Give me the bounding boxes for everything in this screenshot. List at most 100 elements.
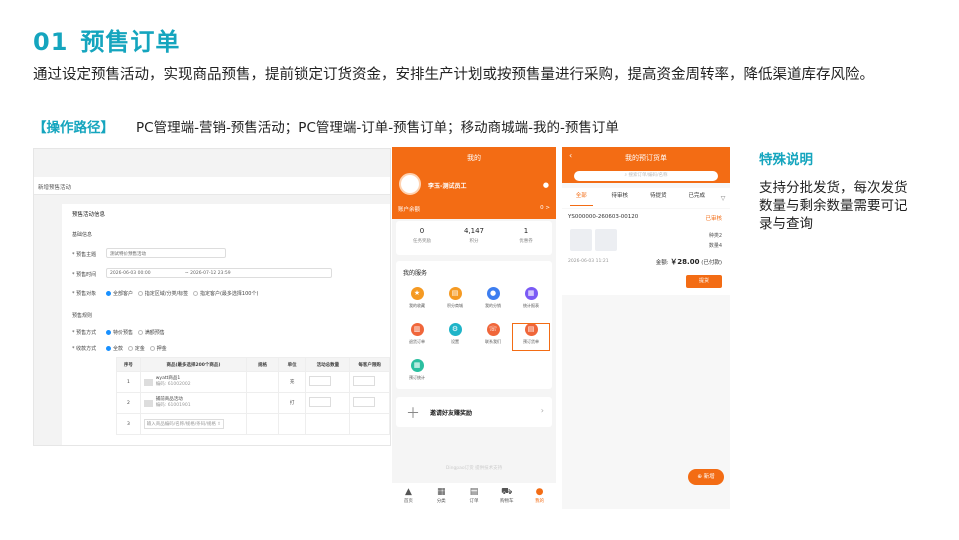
mode-opt-full[interactable]: 满额预售	[145, 330, 165, 336]
pickup-button[interactable]: 提货	[686, 275, 722, 288]
target-opt-region[interactable]: 指定区域/分类/标签	[145, 291, 188, 297]
slide: 01 预售订单 通过设定预售活动，实现商品预售，提前锁定订货资金，安排生产计划或按…	[0, 0, 959, 540]
page-title: 01 预售订单	[33, 22, 180, 57]
service-item[interactable]: ★ 我的收藏	[398, 287, 436, 315]
mode-label: * 预售方式	[72, 330, 97, 336]
target-opt-customer[interactable]: 指定客户(最多选择100个)	[200, 291, 258, 297]
time-end: ~ 2026-07-12 23:59	[184, 271, 231, 276]
row-total	[305, 413, 351, 435]
tab-cart[interactable]: ⛟ 购物车	[490, 483, 523, 509]
service-item[interactable]: ▤ 积分商城	[436, 287, 474, 315]
product-search-input[interactable]: 输入商品编码/名称/规格/条码/规格 ⇧	[143, 419, 225, 429]
product-thumb	[570, 229, 592, 251]
total-input[interactable]	[309, 397, 332, 407]
grid-icon: ▦	[436, 487, 446, 497]
tab-home[interactable]: ▲ 首页	[392, 483, 425, 509]
product-thumb	[595, 229, 617, 251]
service-label: 积分商城	[447, 303, 463, 308]
row-unit: 打	[277, 392, 307, 414]
bell-icon[interactable]: ●	[543, 181, 549, 189]
service-label: 联系我们	[485, 339, 501, 344]
tab-bar: ▲ 首页 ▦ 分类 ▤ 订单 ⛟ 购物车 ● 我的	[392, 483, 556, 509]
tab-orders[interactable]: ▤ 订单	[458, 483, 491, 509]
m1-title: 我的	[467, 154, 481, 162]
product-name: 捕前商品活动	[155, 397, 183, 402]
deposit-opt-pledge[interactable]: 押金	[157, 346, 167, 352]
deposit-label: * 收款方式	[72, 346, 97, 352]
service-label: 我的分销	[485, 303, 501, 308]
avatar[interactable]	[399, 173, 421, 195]
service-icon: ▤	[448, 287, 462, 300]
limit-input[interactable]	[353, 397, 376, 407]
chevron-right-icon: ›	[540, 406, 544, 415]
radio-icon[interactable]	[137, 330, 143, 335]
radio-icon[interactable]	[127, 346, 133, 351]
filter-icon[interactable]: ▽	[716, 195, 730, 202]
tab-label: 购物车	[500, 499, 514, 504]
radio-icon[interactable]	[137, 291, 143, 296]
order-card[interactable]: YS000000-260603-00120 已审核 种类2 数量4 2026-06…	[562, 209, 730, 295]
stat-tasks[interactable]: 0 任务奖励	[396, 221, 448, 255]
service-icon: ●	[486, 287, 500, 300]
search-input[interactable]: ⌕ 搜索订单/编码/名称	[574, 171, 718, 181]
limit-input[interactable]	[353, 376, 376, 386]
radio-icon[interactable]	[106, 291, 111, 296]
tab-all[interactable]: 全部	[562, 188, 601, 208]
subject-input[interactable]: 测试特价预售活动	[106, 248, 226, 258]
product-code: 编码: 61002002	[155, 382, 191, 387]
service-item[interactable]: ☏ 联系我们	[474, 323, 512, 351]
stat-points[interactable]: 4,147 积分	[448, 221, 500, 255]
deposit-options[interactable]: 全款 定金 押金	[106, 345, 167, 352]
radio-icon[interactable]	[192, 291, 198, 296]
subject-label: * 预售主题	[72, 252, 97, 258]
col-idx: 序号	[116, 357, 141, 372]
col-unit: 单位	[277, 357, 307, 372]
stat-value: 1	[523, 227, 529, 235]
table-row: 1 wyatt商品1 编码: 61002002 充	[116, 371, 390, 393]
deposit-opt-deposit[interactable]: 定金	[135, 346, 145, 352]
tab-pickup[interactable]: 待提货	[639, 188, 678, 208]
deposit-opt-full[interactable]: 全款	[113, 346, 123, 352]
service-label: 退货订单	[409, 339, 425, 344]
row-total[interactable]	[305, 371, 351, 393]
invite-text: 邀请好友赚奖励	[430, 410, 473, 417]
tab-category[interactable]: ▦ 分类	[425, 483, 458, 509]
service-item[interactable]: ▦ 统计报表	[512, 287, 550, 315]
order-number: YS000000-260603-00120	[568, 214, 639, 220]
stat-coupons[interactable]: 1 优惠券	[500, 221, 552, 255]
tab-my[interactable]: ● 我的	[523, 483, 556, 509]
service-item[interactable]: ● 我的分销	[474, 287, 512, 315]
service-item[interactable]: ▤ 预订货单	[512, 323, 550, 351]
stat-label: 积分	[469, 239, 479, 244]
time-range-input[interactable]: 2026-06-03 00:00 ~ 2026-07-12 23:59	[106, 268, 332, 278]
mode-options[interactable]: 特价预售 满额预售	[106, 329, 165, 336]
radio-icon[interactable]	[106, 346, 111, 351]
service-item[interactable]: ▥ 退货订单	[398, 323, 436, 351]
row-total[interactable]	[305, 392, 351, 414]
mode-opt-special[interactable]: 特价预售	[113, 330, 133, 336]
add-button[interactable]: ⊕ 新增	[688, 469, 724, 485]
mobile-my-screenshot: 我的 李玉-测试员工 ● 账户余额 0 > 0 任务奖励 4,147 积分 1 优惠券…	[392, 147, 556, 509]
radio-icon[interactable]	[106, 330, 111, 335]
tab-pending[interactable]: 待审核	[601, 188, 640, 208]
col-total: 活动总数量	[305, 357, 351, 372]
row-limit[interactable]	[349, 371, 390, 393]
order-status: 已审核	[705, 216, 722, 222]
path-text: PC管理端-营销-预售活动；PC管理端-订单-预售订单；移动商城端-我的-预售订…	[136, 120, 619, 136]
col-spec: 规格	[246, 357, 279, 372]
total-input[interactable]	[309, 376, 332, 386]
target-options[interactable]: 全部客户 指定区域/分类/标签 指定客户(最多选择100个)	[106, 290, 258, 297]
row-product: wyatt商品1 编码: 61002002	[139, 371, 248, 393]
service-item[interactable]: ⚙ 设置	[436, 323, 474, 351]
account-go[interactable]: 0 >	[540, 205, 550, 211]
service-item[interactable]: ▦ 预订统计	[398, 359, 436, 387]
pc-topbar	[34, 149, 390, 177]
row-product[interactable]: 输入商品编码/名称/规格/条码/规格 ⇧	[139, 413, 248, 435]
service-icon: ▦	[410, 359, 424, 372]
radio-icon[interactable]	[149, 346, 155, 351]
invite-row[interactable]: ＋ 邀请好友赚奖励 ›	[396, 397, 552, 427]
tab-done[interactable]: 已完成	[678, 188, 717, 208]
order-qty: 种类2 数量4	[709, 231, 722, 251]
row-limit[interactable]	[349, 392, 390, 414]
target-opt-all[interactable]: 全部客户	[113, 291, 133, 297]
